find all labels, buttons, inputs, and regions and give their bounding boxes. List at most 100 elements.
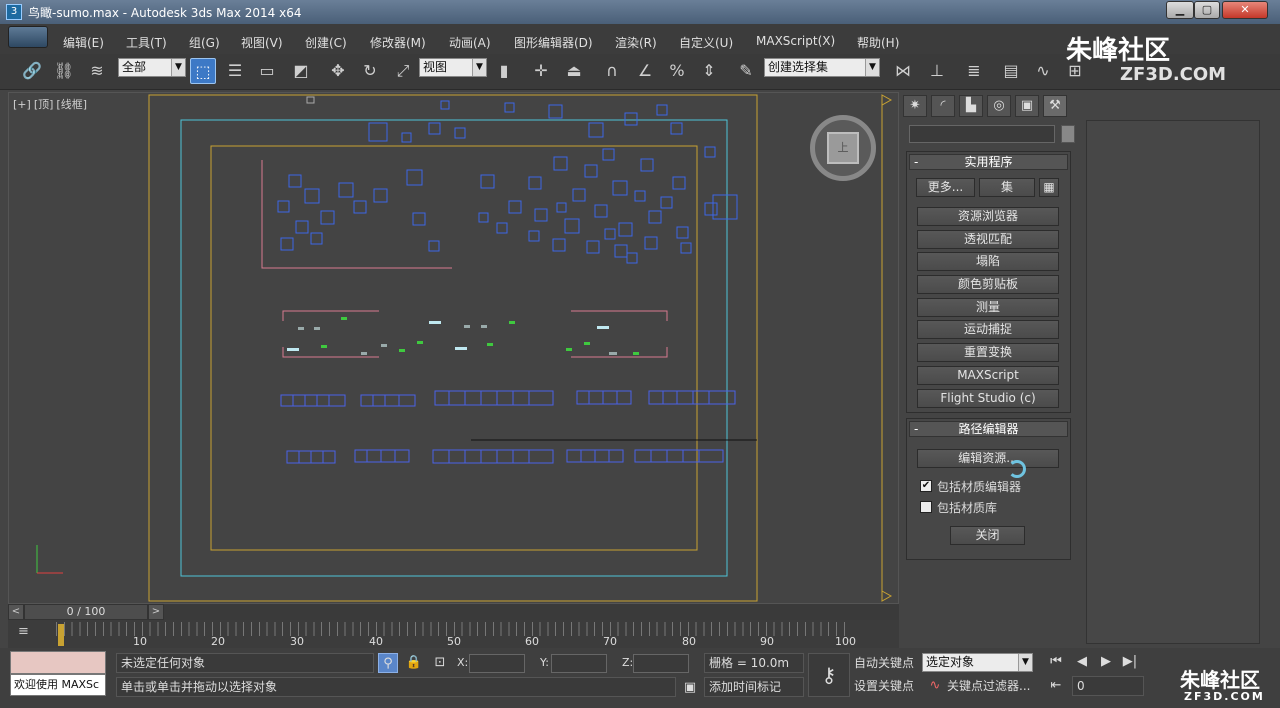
- previous-frame-icon[interactable]: <: [8, 604, 24, 620]
- named-selection-sets-dropdown[interactable]: 创建选择集 ▼: [764, 58, 880, 77]
- sets-button[interactable]: 集: [979, 178, 1035, 197]
- bind-space-warp-icon[interactable]: ≋: [84, 58, 110, 84]
- y-coordinate-field[interactable]: [551, 654, 607, 673]
- current-frame-field[interactable]: 0: [1072, 676, 1144, 696]
- configure-button-sets-icon[interactable]: ▦: [1039, 178, 1059, 197]
- link-icon[interactable]: 🔗: [19, 58, 45, 84]
- transform-mode-icon[interactable]: ⊡: [430, 653, 450, 673]
- maximize-button[interactable]: ▢: [1194, 1, 1220, 19]
- percent-snap-icon[interactable]: %: [664, 58, 690, 84]
- add-time-tag-button[interactable]: 添加时间标记: [704, 677, 804, 697]
- layer-manager-icon[interactable]: ≣: [961, 58, 987, 84]
- menu-help[interactable]: 帮助(H): [857, 34, 899, 51]
- menu-customize[interactable]: 自定义(U): [679, 34, 733, 51]
- key-set-dropdown[interactable]: 选定对象 ▼: [922, 653, 1033, 672]
- mirror-icon[interactable]: ⋈: [890, 58, 916, 84]
- previous-key-icon[interactable]: ◀: [1072, 652, 1092, 672]
- collapse-button[interactable]: 塌陷: [917, 252, 1059, 271]
- select-move-icon[interactable]: ✥: [325, 58, 351, 84]
- selection-filter-dropdown[interactable]: 全部 ▼: [118, 58, 186, 77]
- set-key-button[interactable]: 设置关键点: [854, 677, 914, 697]
- close-path-editor-button[interactable]: 关闭: [950, 526, 1025, 545]
- menu-maxscript[interactable]: MAXScript(X): [756, 34, 835, 48]
- go-to-start-icon[interactable]: ⏮: [1046, 652, 1066, 672]
- maxscript-listener-input[interactable]: 欢迎使用 MAXSc: [10, 674, 106, 696]
- menu-modifiers[interactable]: 修改器(M): [370, 34, 426, 51]
- select-rotate-icon[interactable]: ↻: [357, 58, 383, 84]
- hierarchy-tab-icon[interactable]: ▙: [959, 95, 983, 117]
- snaps-toggle-icon[interactable]: ∩: [599, 58, 625, 84]
- maxscript-listener-mini[interactable]: [10, 651, 106, 674]
- more-button[interactable]: 更多...: [916, 178, 975, 197]
- menu-create[interactable]: 创建(C): [305, 34, 347, 51]
- window-crossing-icon[interactable]: ◩: [288, 58, 314, 84]
- motion-tab-icon[interactable]: ◎: [987, 95, 1011, 117]
- time-slider-thumb[interactable]: 0 / 100: [24, 604, 148, 620]
- utilities-tab-icon[interactable]: ⚒: [1043, 95, 1067, 117]
- edit-named-selection-icon[interactable]: ✎: [733, 58, 759, 84]
- menu-rendering[interactable]: 渲染(R): [615, 34, 657, 51]
- edit-resources-button[interactable]: 编辑资源...: [917, 449, 1059, 468]
- viewcube-top-face[interactable]: 上: [827, 132, 859, 164]
- motion-capture-button[interactable]: 运动捕捉: [917, 320, 1059, 339]
- object-name-field[interactable]: [909, 125, 1055, 143]
- menu-tools[interactable]: 工具(T): [126, 34, 167, 51]
- menu-animation[interactable]: 动画(A): [449, 34, 491, 51]
- select-scale-icon[interactable]: ⤢: [390, 58, 416, 84]
- viewport-top[interactable]: [8, 92, 899, 604]
- close-button[interactable]: ✕: [1222, 1, 1268, 19]
- current-frame-marker[interactable]: [58, 624, 64, 646]
- color-clipboard-button[interactable]: 颜色剪贴板: [917, 275, 1059, 294]
- pivot-center-icon[interactable]: ▮: [491, 58, 517, 84]
- select-by-name-icon[interactable]: ☰: [222, 58, 248, 84]
- key-mode-toggle-icon[interactable]: ⇤: [1046, 676, 1066, 696]
- next-key-icon[interactable]: ▶|: [1120, 652, 1140, 672]
- set-key-mode-icon[interactable]: ⚷: [808, 653, 850, 697]
- minimize-button[interactable]: ▁: [1166, 1, 1194, 19]
- menu-views[interactable]: 视图(V): [241, 34, 283, 51]
- application-button[interactable]: [8, 26, 48, 48]
- auto-key-button[interactable]: 自动关键点: [854, 654, 914, 674]
- graphite-ribbon-icon[interactable]: ▤: [998, 58, 1024, 84]
- isolate-selection-icon[interactable]: ⚲: [378, 653, 398, 673]
- perspective-match-button[interactable]: 透视匹配: [917, 230, 1059, 249]
- z-coordinate-field[interactable]: [633, 654, 689, 673]
- select-object-icon[interactable]: ⬚: [190, 58, 216, 84]
- include-material-library-checkbox[interactable]: [920, 501, 932, 513]
- keyboard-shortcut-override-icon[interactable]: ⏏: [561, 58, 587, 84]
- manipulate-icon[interactable]: ✛: [528, 58, 554, 84]
- rectangular-selection-icon[interactable]: ▭: [254, 58, 280, 84]
- menu-group[interactable]: 组(G): [189, 34, 220, 51]
- key-filter-icon[interactable]: ∿: [925, 676, 945, 696]
- maxscript-button[interactable]: MAXScript: [917, 366, 1059, 385]
- time-tag-icon[interactable]: ▣: [680, 678, 700, 698]
- menu-graph-editors[interactable]: 图形编辑器(D): [514, 34, 593, 51]
- mini-curve-editor-icon[interactable]: ≡: [18, 624, 38, 642]
- unlink-icon[interactable]: ⛓: [51, 58, 77, 84]
- x-coordinate-field[interactable]: [469, 654, 525, 673]
- flight-studio-button[interactable]: Flight Studio (c): [917, 389, 1059, 408]
- modify-tab-icon[interactable]: ◜: [931, 95, 955, 117]
- selection-lock-icon[interactable]: 🔒: [404, 653, 424, 673]
- utilities-rollout-header[interactable]: - 实用程序: [909, 154, 1068, 170]
- align-icon[interactable]: ⊥: [924, 58, 950, 84]
- create-tab-icon[interactable]: ✷: [903, 95, 927, 117]
- tick-label: 90: [760, 635, 774, 648]
- viewport-label[interactable]: [+] [顶] [线框]: [13, 96, 90, 112]
- angle-snap-icon[interactable]: ∠: [632, 58, 658, 84]
- display-tab-icon[interactable]: ▣: [1015, 95, 1039, 117]
- reset-xform-button[interactable]: 重置变换: [917, 343, 1059, 362]
- object-color-swatch[interactable]: [1061, 125, 1075, 143]
- curve-editor-icon[interactable]: ∿: [1030, 58, 1056, 84]
- asset-browser-button[interactable]: 资源浏览器: [917, 207, 1059, 226]
- measure-button[interactable]: 测量: [917, 298, 1059, 317]
- key-filters-button[interactable]: 关键点过滤器...: [947, 677, 1030, 697]
- next-frame-icon[interactable]: >: [148, 604, 164, 620]
- spinner-snap-icon[interactable]: ⇕: [696, 58, 722, 84]
- reference-coordinate-dropdown[interactable]: 视图 ▼: [419, 58, 487, 77]
- play-icon[interactable]: ▶: [1096, 652, 1116, 672]
- menu-edit[interactable]: 编辑(E): [63, 34, 104, 51]
- viewcube[interactable]: 上: [810, 115, 876, 181]
- path-editor-rollout-header[interactable]: - 路径编辑器: [909, 421, 1068, 437]
- include-material-editor-checkbox[interactable]: ✔: [920, 480, 932, 492]
